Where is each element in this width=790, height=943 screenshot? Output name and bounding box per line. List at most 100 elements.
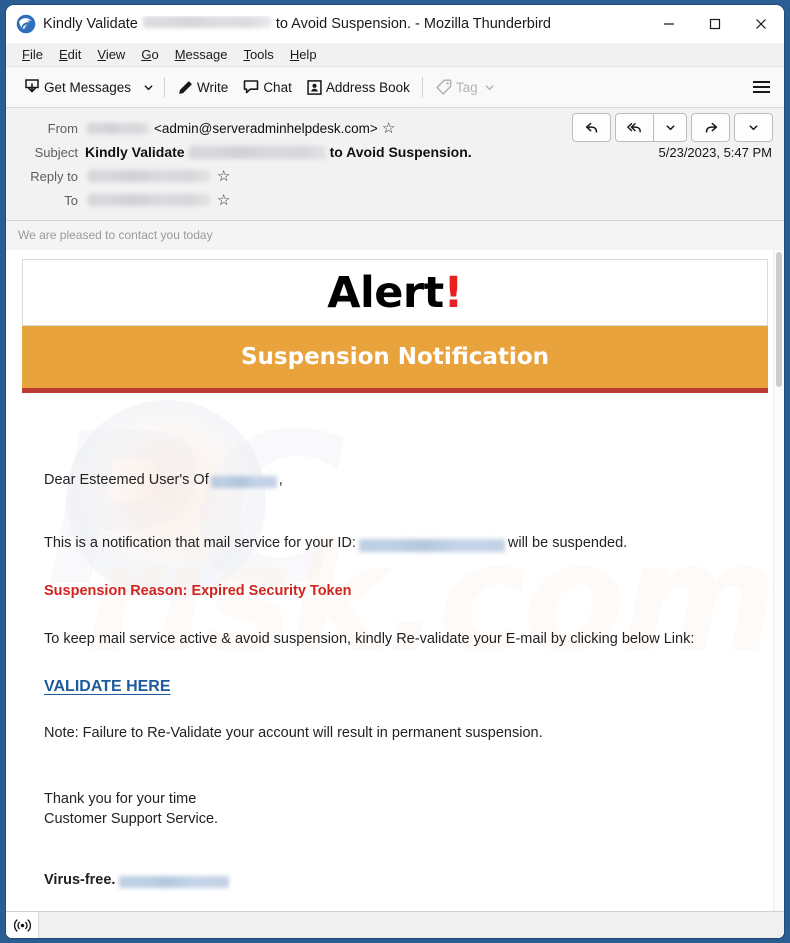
subject-suffix: to Avoid Suspension. [329,144,472,160]
menu-file-label: ile [29,47,43,62]
reply-to-value: ☆ [85,169,774,184]
redacted-antivirus-link[interactable] [119,875,230,888]
window-title: Kindly Validate to Avoid Suspension. - M… [43,16,646,32]
status-bar [6,911,784,938]
menu-edit[interactable]: Edit [51,45,89,64]
notify-prefix: This is a notification that mail service… [44,535,356,552]
window-title-prefix: Kindly Validate [43,16,138,32]
window-title-suffix: to Avoid Suspension. - Mozilla Thunderbi… [275,16,551,32]
menu-tools[interactable]: Tools [235,45,281,64]
reply-all-button[interactable] [615,113,653,142]
network-status-cell[interactable] [6,912,39,938]
write-button[interactable]: Write [170,74,235,101]
to-value: ☆ [85,193,774,208]
greeting-paragraph: Dear Esteemed User's Of, [6,471,784,489]
validate-link-paragraph: VALIDATE HERE [6,677,784,697]
close-icon [756,19,766,29]
to-row: To ☆ [6,188,774,212]
menu-go-label: o [151,47,159,62]
menu-help-accel: H [289,47,300,62]
alert-heading: Alert! [327,268,463,318]
maximize-icon [709,18,721,30]
menu-bar: File Edit View Go Message Tools Help [6,43,784,67]
menu-edit-label: dit [67,47,82,62]
reply-button[interactable] [572,113,611,142]
menu-file-accel: F [22,47,30,62]
hamburger-menu-icon [753,81,770,83]
redacted-email-id [358,538,505,552]
support-signature: Customer Support Service. [44,810,219,827]
alert-box: Alert! [22,259,768,326]
address-book-button[interactable]: Address Book [299,74,417,101]
thunderbird-icon [16,14,36,34]
preview-text: We are pleased to contact you today [6,221,784,250]
minimize-icon [664,23,674,25]
address-book-icon [307,79,322,95]
star-outline-icon-to[interactable]: ☆ [217,193,230,208]
alert-word: Alert [327,267,444,318]
reply-icon [585,122,597,133]
redacted-domain-greeting [210,476,277,489]
star-outline-icon[interactable]: ☆ [382,121,395,136]
subject-label: Subject [34,144,78,160]
redacted-domain-title [142,16,271,28]
notify-suffix: will be suspended. [507,535,628,552]
forward-button[interactable] [691,113,730,142]
toolbar-separator-1 [164,77,166,97]
reply-all-icon [627,122,641,132]
thunderbird-window: Kindly Validate to Avoid Suspension. - M… [6,5,784,938]
menu-message-label: essage [185,47,228,62]
tag-label: Tag [455,79,478,95]
chat-button[interactable]: Chat [235,73,299,101]
from-address[interactable]: <admin@serveradminhelpdesk.com> [154,121,378,136]
menu-message-accel: M [174,47,186,62]
mail-scroll-area: PC risk.com Alert! Suspension Notificati… [6,250,784,911]
mail-html-content: Alert! Suspension Notification Dear Este… [6,259,784,889]
speech-bubble-icon [244,80,259,94]
scrollbar-thumb[interactable] [776,252,782,387]
address-book-label: Address Book [325,79,410,95]
to-label: To [64,192,78,208]
star-outline-icon-reply-to[interactable]: ☆ [217,169,230,184]
message-action-buttons [572,113,773,142]
minimize-button[interactable] [646,5,692,43]
menu-message[interactable]: Message [167,45,236,64]
inbox-download-icon [25,79,39,93]
app-menu-button[interactable] [745,75,778,99]
keep-active-paragraph: To keep mail service active & avoid susp… [44,631,695,648]
pencil-icon [179,80,192,94]
chevron-down-icon [749,125,758,131]
redacted-recipient-address [88,194,210,206]
thanks-line: Thank you for your time [44,790,197,807]
window-controls [646,5,784,43]
get-messages-dropdown[interactable] [138,76,159,99]
greeting-prefix: Dear Esteemed User's Of [44,472,209,488]
menu-go[interactable]: Go [133,45,166,64]
menu-view[interactable]: View [89,45,133,64]
more-actions-button[interactable] [734,113,773,142]
tag-button[interactable]: Tag [428,73,502,101]
menu-edit-accel: E [58,47,68,62]
menu-view-label: iew [105,47,126,62]
menu-help[interactable]: Help [282,45,325,64]
get-messages-label: Get Messages [44,79,132,95]
close-button[interactable] [738,5,784,43]
notification-paragraph: This is a notification that mail service… [6,534,784,552]
maximize-button[interactable] [692,5,738,43]
hamburger-menu-icon-bar3 [753,91,770,93]
virus-free-line: Virus-free. [6,871,784,889]
write-label: Write [197,79,229,95]
main-toolbar: Get Messages Write Chat Address Book Tag [6,67,784,108]
from-label: From [47,120,78,136]
get-messages-button[interactable]: Get Messages [16,73,138,101]
chevron-down-icon [144,84,153,90]
reply-all-dropdown[interactable] [653,113,687,142]
menu-help-label: elp [299,47,317,62]
message-scrollbar[interactable] [773,250,784,911]
note-paragraph: Note: Failure to Re-Validate your accoun… [44,724,543,741]
menu-file[interactable]: File [14,45,51,64]
validate-here-link[interactable]: VALIDATE HERE [44,678,171,695]
menu-tools-label: ools [249,47,274,62]
redacted-domain-subject [188,145,326,159]
message-body: We are pleased to contact you today PC r… [6,221,784,911]
